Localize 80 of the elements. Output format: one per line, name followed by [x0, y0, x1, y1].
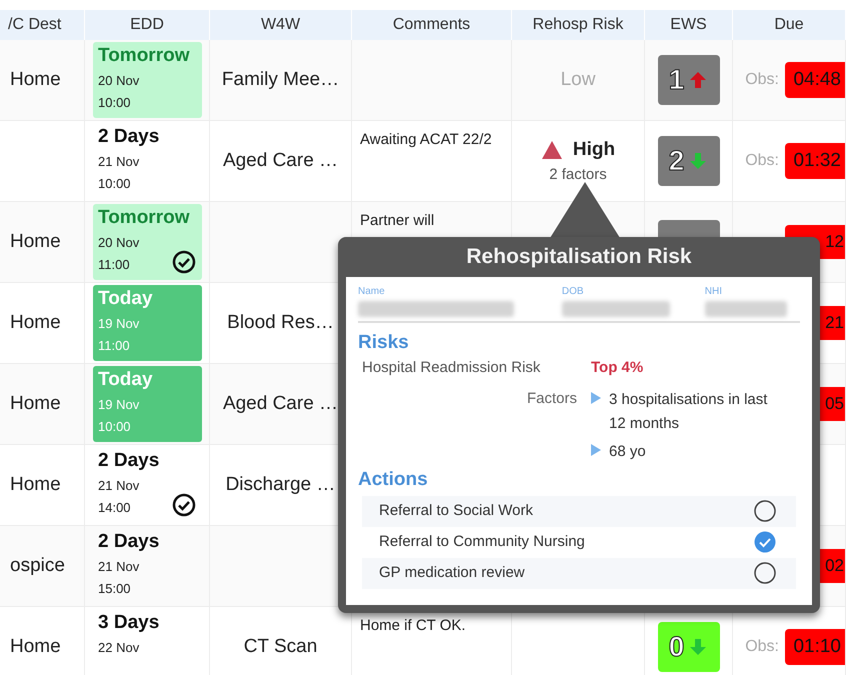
checked-circle-icon[interactable]	[754, 531, 776, 553]
due-date-label: 2 Days	[98, 125, 160, 149]
due-time: 01:32	[785, 142, 845, 180]
risk-level: High	[572, 138, 616, 162]
factor-text: 3 hospitalisations in last 12 months	[609, 390, 768, 434]
column-header: /C Dest	[8, 15, 62, 35]
popover-title: Rehospitalisation Risk	[466, 244, 692, 270]
due-time: 04:48	[785, 62, 845, 98]
due-time: 01:10	[785, 628, 845, 666]
obs-label: Obs:	[745, 70, 779, 90]
column-header: EWS	[670, 15, 707, 35]
due-date-label: 3 Days	[98, 611, 160, 635]
due-date-day: 19 Nov	[98, 311, 140, 337]
plan-text: Aged Care …	[222, 148, 338, 173]
due-date-time: 15:00	[98, 580, 131, 597]
obs-label: Obs:	[745, 151, 779, 171]
due-date-day: 22 Nov	[98, 635, 140, 661]
destination-text: ospice	[10, 554, 65, 578]
destination-text: Home	[10, 230, 61, 254]
action-label: GP medication review	[379, 562, 525, 583]
due-date-label: Tomorrow	[98, 44, 190, 68]
due-date-day: 21 Nov	[98, 149, 140, 175]
field-label: DOB	[562, 285, 585, 299]
due-date-day: 21 Nov	[98, 554, 140, 580]
comment-text: Home if CT OK.	[360, 616, 466, 636]
due-date-day: 21 Nov	[98, 473, 140, 499]
factor-text: 68 yo	[609, 442, 646, 462]
due-date-time: 11:00	[98, 256, 130, 273]
plan-text: Aged Care …	[222, 392, 338, 416]
due-date-label: 2 Days	[98, 530, 160, 554]
section-heading: Actions	[358, 468, 429, 492]
score-value: 0	[668, 633, 684, 661]
destination-text: Home	[10, 68, 61, 92]
due-date-label: Today	[98, 287, 153, 311]
destination-text: Home	[10, 634, 61, 659]
due-date-day: 20 Nov	[98, 230, 140, 256]
column-header: W4W	[260, 15, 300, 35]
risk-level: Low	[560, 68, 596, 92]
due-date-label: Today	[98, 368, 153, 392]
due-date-time: 14:00	[98, 499, 131, 516]
column-header: Rehosp Risk	[532, 15, 624, 35]
plan-text: CT Scan	[244, 634, 318, 659]
destination-text: Home	[10, 310, 61, 335]
bullet-triangle-icon	[591, 444, 601, 456]
field-label: Name	[358, 285, 386, 299]
risk-name: Hospital Readmission Risk	[361, 358, 542, 378]
due-date-label: Tomorrow	[98, 206, 190, 230]
comment-text: Awaiting ACAT 22/2	[360, 130, 492, 150]
action-label: Referral to Community Nursing	[379, 532, 585, 552]
risk-value: Top 4%	[591, 358, 644, 378]
due-date-time: 11:00	[98, 337, 130, 354]
comment-text: Partner will	[360, 211, 434, 231]
column-header: EDD	[130, 15, 164, 35]
empty-circle-icon[interactable]	[754, 562, 776, 584]
action-row[interactable]: Referral to Social Work	[362, 496, 796, 526]
due-date-time: 10:00	[98, 175, 131, 192]
risk-factors-count: 2 factors	[549, 165, 607, 185]
column-header: Due	[774, 15, 804, 35]
check-circle-icon	[172, 493, 196, 517]
column-header: Comments	[392, 15, 470, 35]
destination-text: Home	[10, 472, 61, 497]
plan-text: Discharge …	[226, 472, 336, 497]
score-value: 2	[668, 147, 684, 175]
obs-label: Obs:	[745, 637, 779, 657]
check-circle-icon	[172, 250, 196, 274]
section-heading: Risks	[358, 331, 410, 355]
plan-text: Blood Res…	[227, 310, 334, 335]
due-date-time: 10:00	[98, 94, 131, 111]
due-date-label: 2 Days	[98, 449, 160, 473]
action-label: Referral to Social Work	[379, 500, 533, 521]
due-date-day: 20 Nov	[98, 68, 140, 94]
due-date-day: 19 Nov	[98, 392, 140, 418]
factors-label: Factors	[526, 388, 577, 408]
bullet-triangle-icon	[591, 392, 601, 404]
action-row[interactable]: GP medication review	[362, 558, 796, 588]
plan-text: Family Mee…	[222, 68, 340, 92]
destination-text: Home	[10, 392, 61, 416]
due-date-time: 10:00	[98, 418, 131, 435]
field-label: NHI	[704, 285, 723, 299]
empty-circle-icon[interactable]	[754, 500, 776, 522]
